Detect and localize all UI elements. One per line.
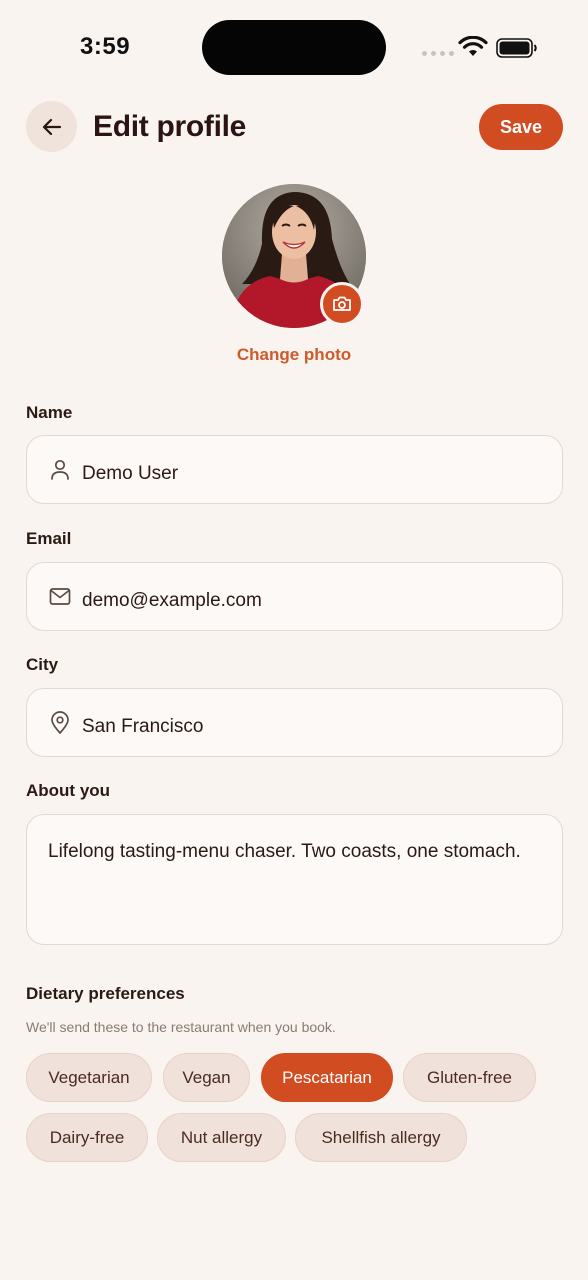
name-label: Name bbox=[26, 403, 73, 422]
email-label: Email bbox=[26, 529, 72, 548]
chip-nut-allergy[interactable]: Nut allergy bbox=[157, 1113, 286, 1162]
arrow-left-icon bbox=[42, 118, 61, 135]
city-label: City bbox=[26, 655, 59, 674]
name-value: Demo User bbox=[82, 463, 179, 484]
page-title: Edit profile bbox=[93, 110, 247, 143]
battery-icon bbox=[496, 38, 537, 58]
back-button[interactable] bbox=[26, 101, 77, 152]
camera-icon bbox=[333, 296, 351, 311]
email-value: demo@example.com bbox=[82, 590, 262, 611]
about-textarea[interactable]: Lifelong tasting-menu chaser. Two coasts… bbox=[26, 814, 563, 945]
chip-vegan[interactable]: Vegan bbox=[163, 1053, 250, 1102]
dietary-subtitle: We'll send these to the restaurant when … bbox=[26, 1019, 336, 1035]
change-photo-link[interactable]: Change photo bbox=[0, 345, 588, 365]
person-icon bbox=[51, 459, 69, 480]
status-time: 3:59 bbox=[80, 33, 131, 60]
dietary-title: Dietary preferences bbox=[26, 984, 185, 1003]
status-bar: 3:59 bbox=[0, 0, 588, 96]
wifi-icon bbox=[458, 36, 488, 56]
name-field[interactable]: Demo User bbox=[26, 435, 563, 504]
email-field[interactable]: demo@example.com bbox=[26, 562, 563, 631]
chip-shellfish-allergy[interactable]: Shellfish allergy bbox=[295, 1113, 467, 1162]
chip-gluten-free[interactable]: Gluten-free bbox=[403, 1053, 536, 1102]
about-label: About you bbox=[26, 781, 111, 800]
mail-icon bbox=[49, 588, 71, 605]
save-button[interactable]: Save bbox=[479, 104, 563, 150]
city-field[interactable]: San Francisco bbox=[26, 688, 563, 757]
edit-profile-screen: 3:59 Edit profile Save Change photo Name… bbox=[0, 0, 588, 1280]
chip-pescatarian[interactable]: Pescatarian bbox=[261, 1053, 393, 1102]
chip-vegetarian[interactable]: Vegetarian bbox=[26, 1053, 152, 1102]
location-pin-icon bbox=[51, 711, 69, 734]
cellular-signal-icon bbox=[422, 51, 454, 56]
change-photo-camera-button[interactable] bbox=[320, 282, 364, 326]
chip-dairy-free[interactable]: Dairy-free bbox=[26, 1113, 148, 1162]
city-value: San Francisco bbox=[82, 716, 204, 737]
dynamic-island bbox=[202, 20, 386, 75]
